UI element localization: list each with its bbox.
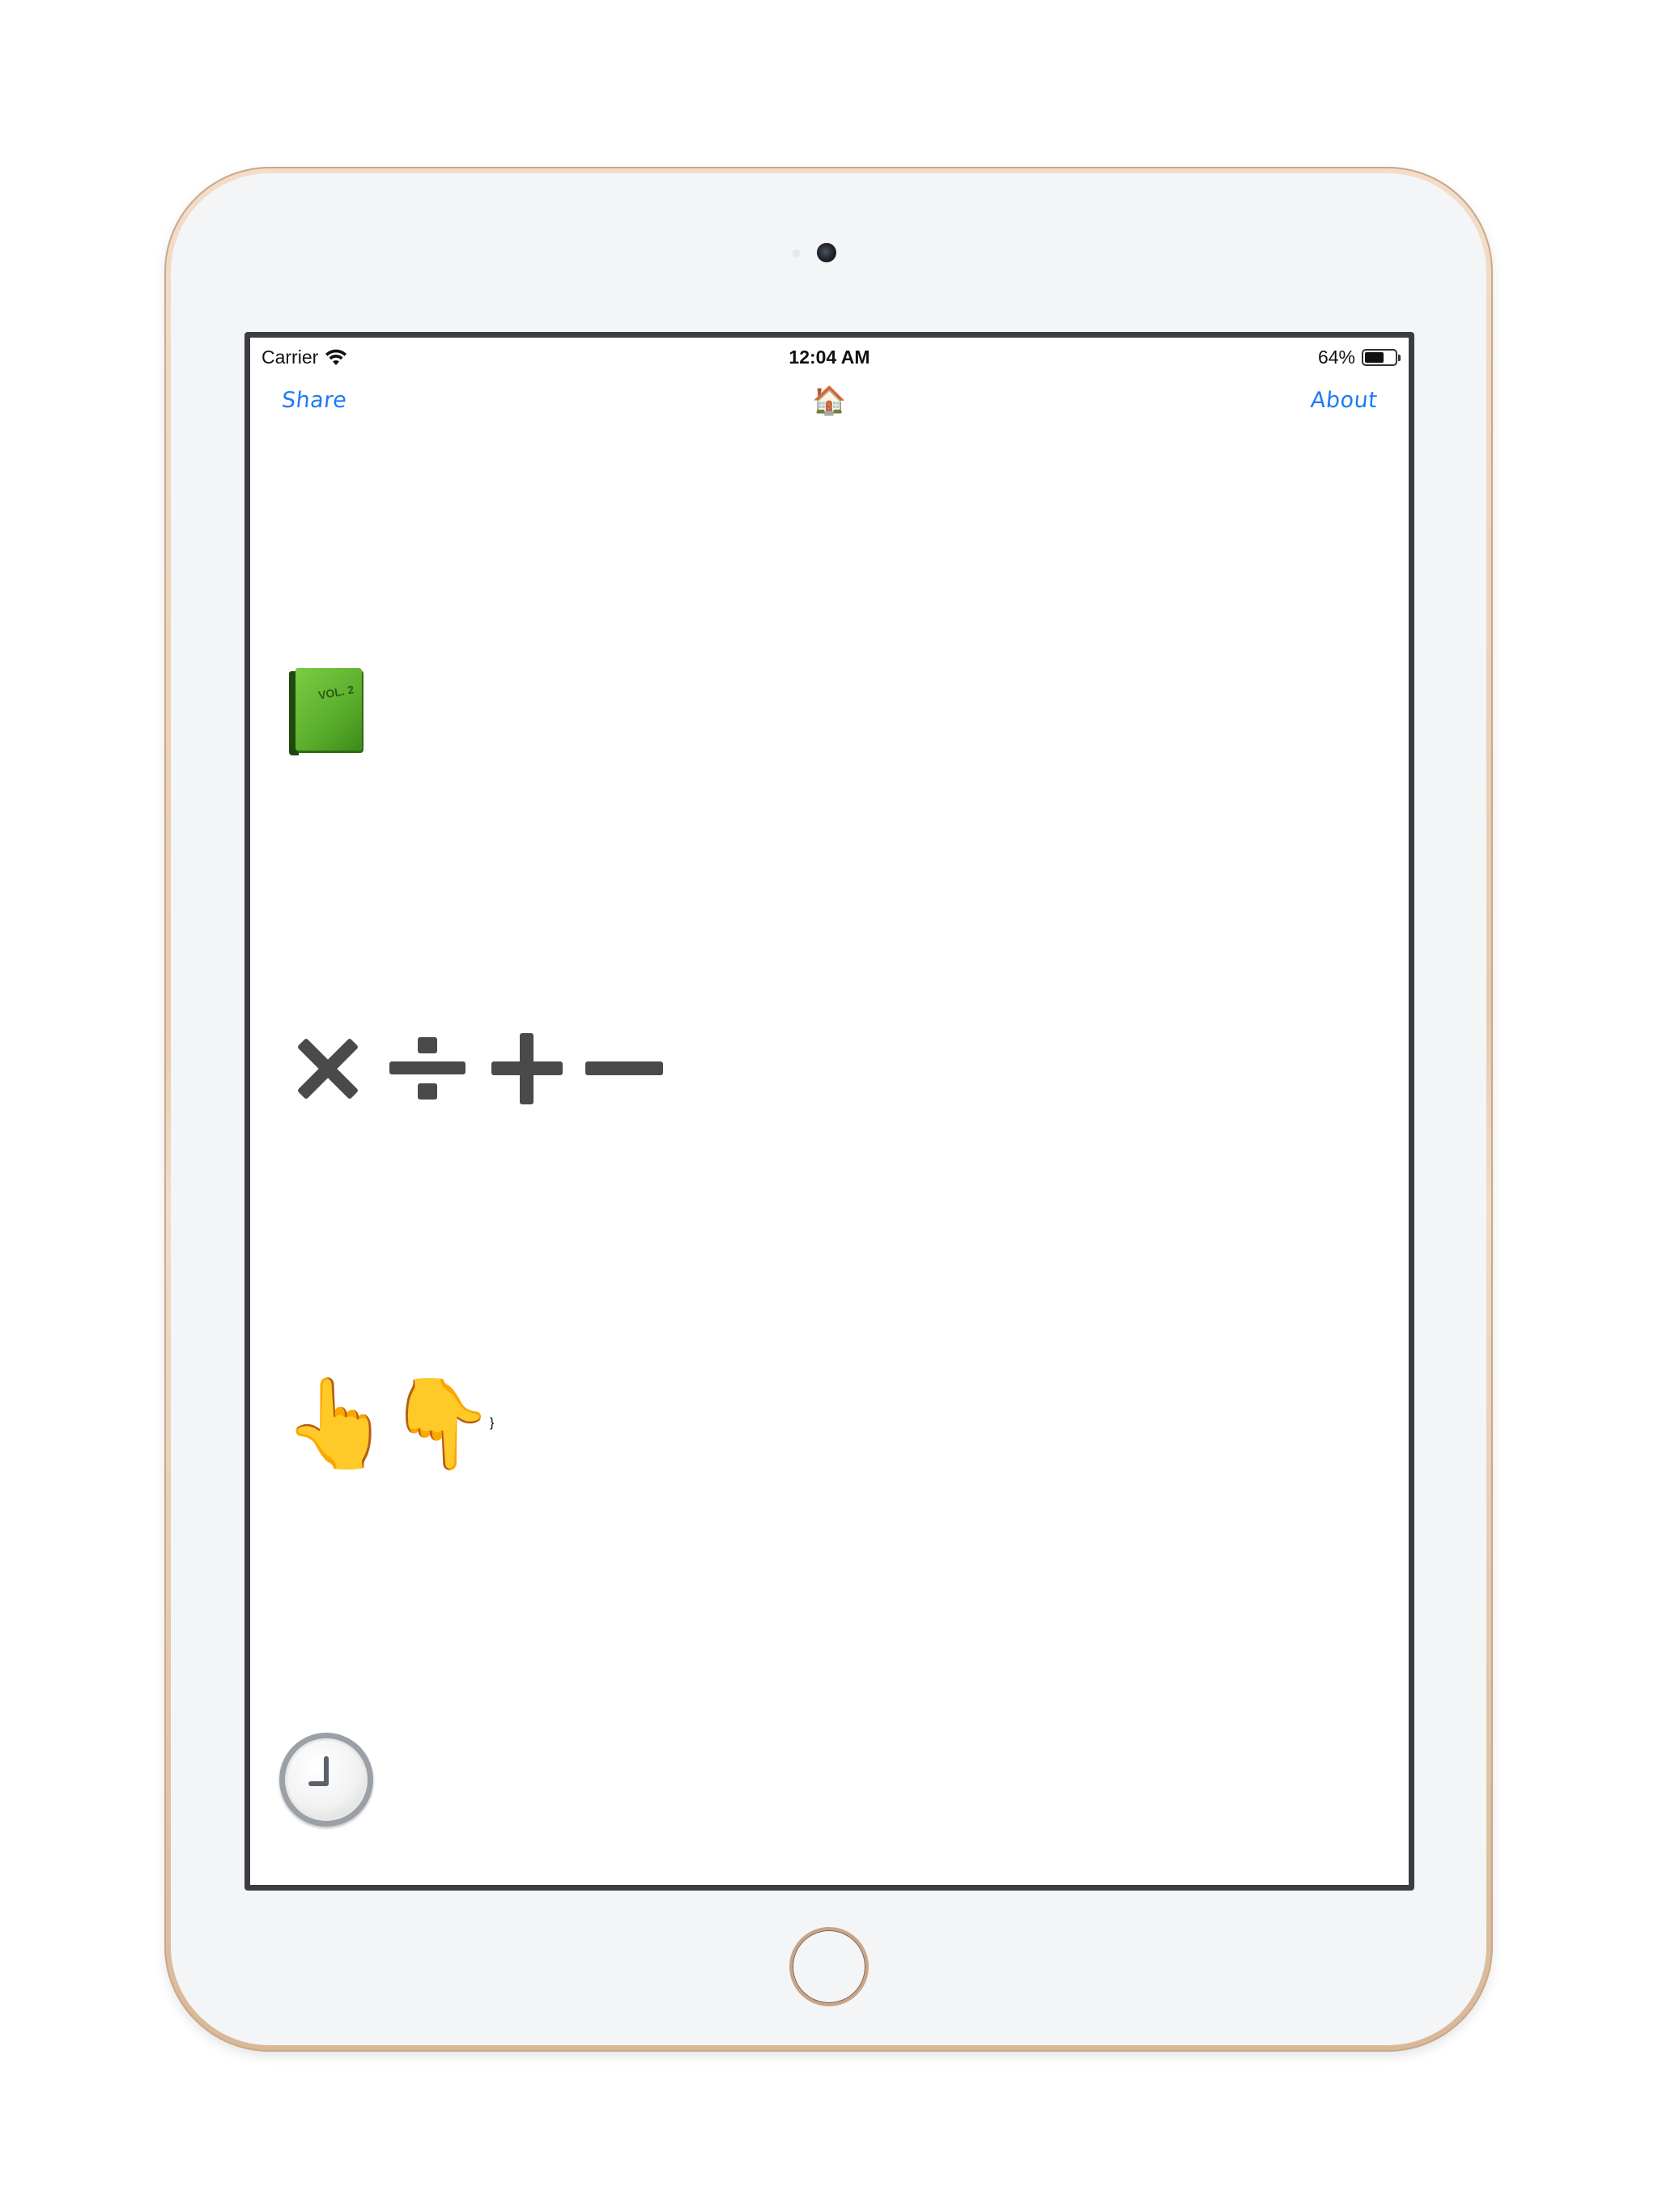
battery-icon bbox=[1362, 349, 1401, 366]
about-button[interactable]: About bbox=[1309, 388, 1379, 413]
pointing-up-icon[interactable]: 👆 bbox=[283, 1375, 391, 1472]
divide-icon[interactable] bbox=[381, 1023, 472, 1113]
pointer-row: 👆 👇 } bbox=[283, 1374, 495, 1472]
minus-icon[interactable] bbox=[579, 1023, 670, 1113]
main-content: VOL. 2 👆 👇} bbox=[250, 425, 1409, 1885]
pointing-down-icon[interactable]: 👇 bbox=[386, 1375, 495, 1472]
battery-percent: 64% bbox=[1317, 347, 1355, 368]
home-button[interactable] bbox=[789, 1927, 869, 2006]
app-screen: Carrier 12:04 AM 64% Share 🏠 About VOL. … bbox=[244, 332, 1414, 1891]
front-camera bbox=[817, 243, 836, 262]
book-row: VOL. 2 bbox=[283, 668, 362, 755]
plus-icon[interactable] bbox=[480, 1023, 571, 1113]
status-right: 64% bbox=[1317, 347, 1401, 368]
book-label: VOL. 2 bbox=[317, 683, 355, 702]
status-time: 12:04 AM bbox=[789, 347, 870, 368]
math-operations-row bbox=[283, 1023, 670, 1113]
light-sensor bbox=[793, 249, 801, 257]
clock-row bbox=[279, 1733, 373, 1827]
navigation-bar: Share 🏠 About bbox=[250, 373, 1409, 425]
status-bar: Carrier 12:04 AM 64% bbox=[250, 338, 1409, 373]
battery-fill bbox=[1365, 352, 1384, 363]
multiply-icon[interactable] bbox=[283, 1023, 373, 1113]
book-cover: VOL. 2 bbox=[295, 668, 362, 751]
home-title-icon[interactable]: 🏠 bbox=[250, 385, 1409, 417]
green-book-icon[interactable]: VOL. 2 bbox=[289, 668, 362, 755]
clock-three-icon[interactable] bbox=[279, 1733, 373, 1827]
